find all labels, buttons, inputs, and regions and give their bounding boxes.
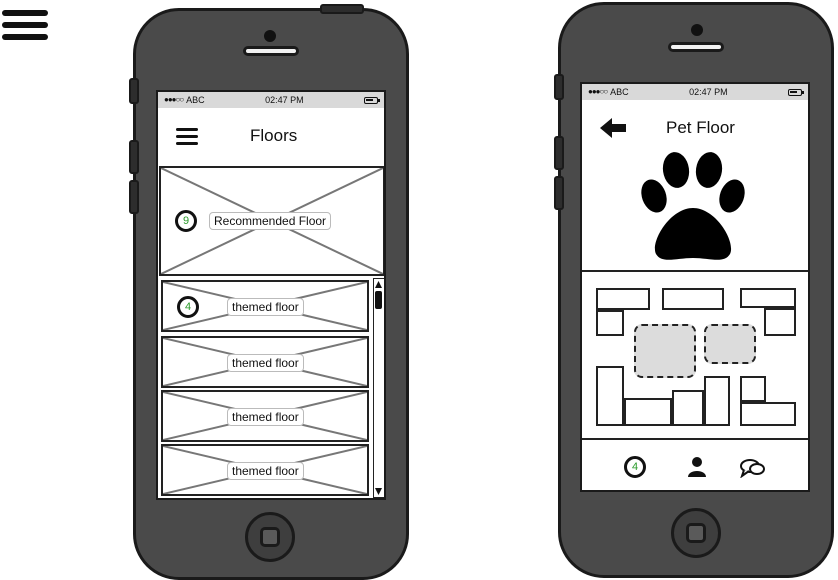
store-block[interactable] — [662, 288, 724, 310]
signal-icon: ●●●○○ — [164, 95, 184, 104]
themed-floor-label: themed floor — [227, 298, 304, 316]
side-button — [554, 176, 564, 210]
user-icon[interactable] — [686, 456, 708, 478]
side-button — [554, 74, 564, 100]
speaker — [243, 46, 299, 56]
highlighted-area[interactable] — [704, 324, 756, 364]
screen-pet-floor: ●●●○○ ABC 02:47 PM Pet Floor 4 — [580, 82, 810, 492]
home-button[interactable] — [671, 508, 721, 558]
screen-floors: ●●●○○ ABC 02:47 PM Floors 9 Recommended … — [156, 90, 386, 500]
themed-floor-label: themed floor — [227, 354, 304, 372]
status-bar: ●●●○○ ABC 02:47 PM — [582, 84, 808, 100]
menu-icon[interactable] — [2, 10, 48, 48]
page-title: Pet Floor — [666, 118, 735, 137]
camera — [264, 30, 276, 42]
scrollbar-thumb[interactable] — [375, 291, 382, 309]
floor-number-badge: 9 — [175, 210, 197, 232]
store-block[interactable] — [740, 288, 796, 308]
side-button — [129, 140, 139, 174]
scroll-up-icon[interactable] — [374, 280, 383, 289]
list-item[interactable]: themed floor — [161, 444, 369, 496]
side-button — [129, 78, 139, 104]
paw-icon — [641, 152, 745, 260]
store-block[interactable] — [764, 308, 796, 336]
floor-number-badge: 4 — [177, 296, 199, 318]
carrier-label: ABC — [610, 87, 629, 97]
recommended-floor-label: Recommended Floor — [209, 212, 332, 230]
store-block[interactable] — [704, 376, 730, 426]
highlighted-area[interactable] — [634, 324, 696, 378]
list-item[interactable]: themed floor — [161, 390, 369, 442]
store-block[interactable] — [740, 376, 766, 402]
side-button — [129, 180, 139, 214]
store-block[interactable] — [740, 402, 796, 426]
bottom-nav: 4 — [582, 440, 808, 490]
floor-list[interactable]: 4 themed floor themed floor themed floor… — [159, 278, 384, 498]
side-button — [554, 136, 564, 170]
floor-map[interactable] — [582, 270, 808, 440]
signal-icon: ●●●○○ — [588, 87, 608, 96]
store-block[interactable] — [672, 390, 704, 426]
store-block[interactable] — [624, 398, 672, 426]
back-arrow-icon[interactable] — [598, 116, 628, 140]
clock: 02:47 PM — [689, 87, 728, 97]
page-title: Floors — [250, 126, 298, 145]
chat-icon[interactable] — [740, 458, 766, 478]
recommended-floor-card[interactable]: 9 Recommended Floor — [159, 166, 384, 276]
store-block[interactable] — [596, 288, 650, 310]
carrier-label: ABC — [186, 95, 205, 105]
status-bar: ●●●○○ ABC 02:47 PM — [158, 92, 384, 108]
clock: 02:47 PM — [265, 95, 304, 105]
floor-number-badge[interactable]: 4 — [624, 456, 646, 478]
scroll-down-icon[interactable] — [374, 487, 383, 496]
store-block[interactable] — [596, 310, 624, 336]
battery-icon — [788, 88, 804, 96]
battery-icon — [364, 96, 380, 104]
scrollbar[interactable] — [373, 278, 384, 498]
themed-floor-label: themed floor — [227, 408, 304, 426]
camera — [691, 24, 703, 36]
store-block[interactable] — [596, 366, 624, 426]
list-item[interactable]: 4 themed floor — [161, 280, 369, 332]
speaker — [668, 42, 724, 52]
themed-floor-label: themed floor — [227, 462, 304, 480]
home-button[interactable] — [245, 512, 295, 562]
menu-icon[interactable] — [176, 128, 198, 146]
side-button — [320, 4, 364, 14]
list-item[interactable]: themed floor — [161, 336, 369, 388]
